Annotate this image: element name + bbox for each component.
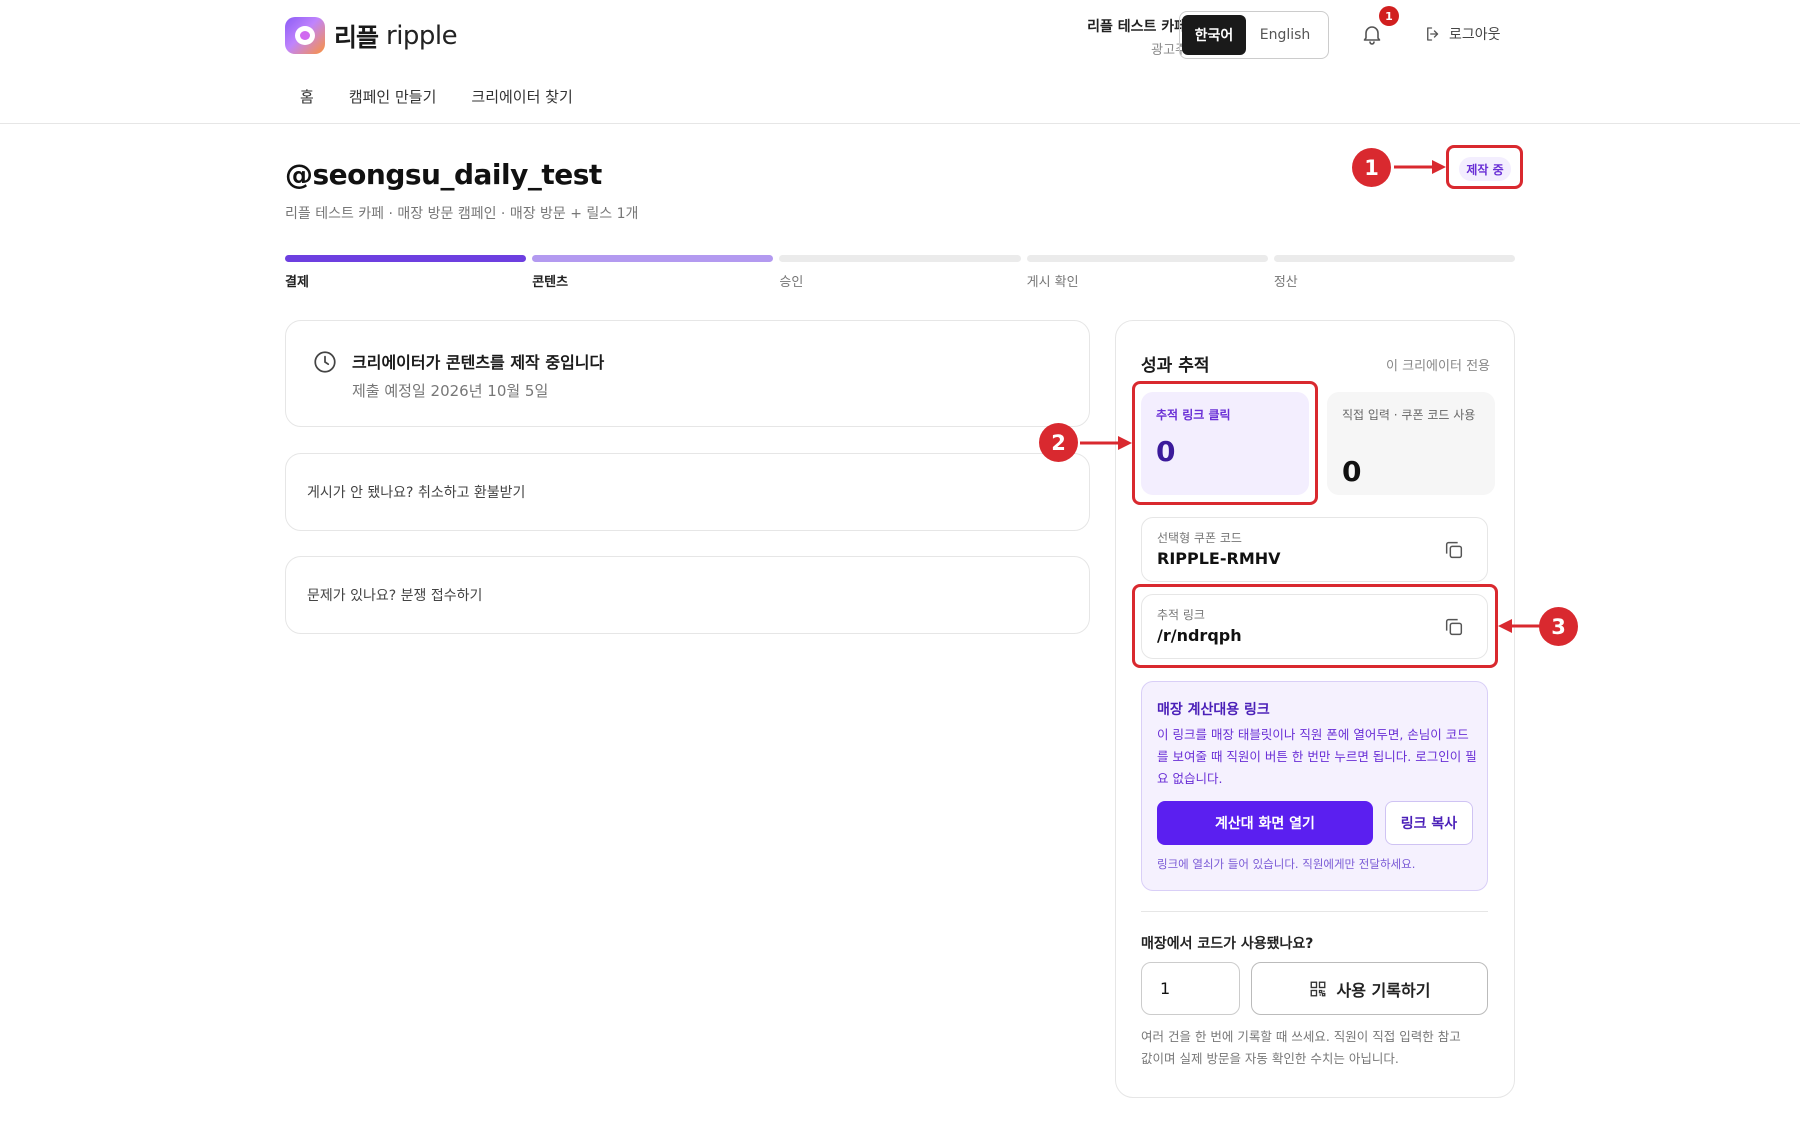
account-role: 광고주 <box>1151 43 1187 58</box>
annotation-arrow-2 <box>1080 436 1132 450</box>
usage-help-text: 여러 건을 한 번에 기록할 때 쓰세요. 직원이 직접 입력한 참고값이며 실… <box>1141 1029 1461 1066</box>
step-bar <box>285 255 527 262</box>
cancel-refund-link[interactable]: 게시가 안 됐나요? 취소하고 환불받기 <box>285 453 1090 531</box>
annotation-highlight-3 <box>1132 584 1498 668</box>
clock-icon <box>314 351 336 373</box>
status-title: 크리에이터가 콘텐츠를 제작 중입니다 <box>352 353 605 372</box>
quantity-input[interactable]: 1 <box>1141 962 1240 1015</box>
logout-icon <box>1427 27 1439 41</box>
account-info: 리플 테스트 카페 광고주 <box>1087 16 1187 58</box>
account-name: 리플 테스트 카페 <box>1087 19 1187 35</box>
logo-text-ko: 리플 <box>334 22 379 52</box>
step-bar <box>1273 255 1516 262</box>
pos-link-box: 매장 계산대용 링크 이 링크를 매장 태블릿이나 직원 폰에 열어두면, 손님… <box>1141 681 1488 891</box>
qr-code-icon <box>1310 981 1325 996</box>
tracking-note: 이 크리에이터 전용 <box>1386 359 1490 374</box>
step-content: 콘텐츠 <box>532 255 774 290</box>
pos-description: 이 링크를 매장 태블릿이나 직원 폰에 열어두면, 손님이 코드를 보여줄 때… <box>1157 727 1477 786</box>
annotation-arrow-3 <box>1498 619 1540 633</box>
nav-create-campaign[interactable]: 캠페인 만들기 <box>349 86 437 107</box>
metric-value: 0 <box>1342 455 1362 488</box>
top-header: 리플 ripple 리플 테스트 카페 광고주 한국어 English 1 로그… <box>0 0 1800 124</box>
metric-label: 직접 입력 · 쿠폰 코드 사용 <box>1342 408 1476 422</box>
pos-note: 링크에 열쇠가 들어 있습니다. 직원에게만 전달하세요. <box>1157 857 1416 871</box>
step-label: 게시 확인 <box>1026 275 1079 290</box>
open-pos-button[interactable]: 계산대 화면 열기 <box>1157 801 1373 845</box>
bell-icon[interactable] <box>1360 22 1384 46</box>
annotation-highlight-1 <box>1446 145 1523 189</box>
annotation-marker-1: 1 <box>1352 148 1391 187</box>
progress-steps: 결제 콘텐츠 승인 게시 확인 정산 <box>285 255 1516 290</box>
coupon-code-box: 선택형 쿠폰 코드 RIPPLE-RMHV <box>1141 517 1488 582</box>
annotation-marker-2: 2 <box>1039 423 1078 462</box>
step-label: 승인 <box>779 275 804 290</box>
step-approval: 승인 <box>779 255 1021 290</box>
usage-question: 매장에서 코드가 사용됐나요? <box>1141 936 1314 952</box>
divider <box>1141 911 1488 912</box>
logo[interactable]: 리플 ripple <box>285 17 458 54</box>
notification-badge: 1 <box>1379 6 1399 26</box>
coupon-use-metric: 직접 입력 · 쿠폰 코드 사용 0 <box>1327 392 1495 495</box>
step-label: 정산 <box>1273 275 1298 290</box>
main-nav: 홈 캠페인 만들기 크리에이터 찾기 <box>300 86 608 107</box>
step-bar <box>779 255 1021 262</box>
step-label: 결제 <box>285 275 309 290</box>
nav-find-creators[interactable]: 크리에이터 찾기 <box>471 86 572 107</box>
step-payment: 결제 <box>285 255 527 290</box>
step-label: 콘텐츠 <box>532 275 569 290</box>
record-usage-label: 사용 기록하기 <box>1336 980 1431 1000</box>
annotation-marker-3: 3 <box>1539 607 1578 646</box>
step-settlement: 정산 <box>1273 255 1516 290</box>
page-title: @seongsu_daily_test <box>285 158 602 191</box>
logout-label: 로그아웃 <box>1449 27 1501 43</box>
coupon-label: 선택형 쿠폰 코드 <box>1157 531 1242 545</box>
step-post-check: 게시 확인 <box>1026 255 1268 290</box>
ripple-logo-icon <box>285 17 325 54</box>
record-usage-button[interactable]: 사용 기록하기 <box>1251 962 1488 1015</box>
lang-korean-button[interactable]: 한국어 <box>1182 15 1246 55</box>
nav-home[interactable]: 홈 <box>300 86 314 107</box>
copy-link-button[interactable]: 링크 복사 <box>1385 801 1473 845</box>
coupon-code: RIPPLE-RMHV <box>1157 549 1281 568</box>
logout-button[interactable]: 로그아웃 <box>1424 24 1501 44</box>
pos-title: 매장 계산대용 링크 <box>1157 702 1270 718</box>
tracking-title: 성과 추적 <box>1141 356 1210 376</box>
logo-text-en: ripple <box>386 20 458 51</box>
copy-icon[interactable] <box>1443 539 1465 561</box>
campaign-subtitle: 리플 테스트 카페 · 매장 방문 캠페인 · 매장 방문 + 릴스 1개 <box>285 206 639 222</box>
production-status-card: 크리에이터가 콘텐츠를 제작 중입니다 제출 예정일 2026년 10월 5일 <box>285 320 1090 427</box>
lang-english-button[interactable]: English <box>1246 15 1324 55</box>
annotation-highlight-2 <box>1132 381 1318 505</box>
step-bar <box>532 255 774 262</box>
step-bar <box>1026 255 1268 262</box>
due-date: 제출 예정일 2026년 10월 5일 <box>352 382 549 400</box>
annotation-arrow-1 <box>1394 160 1446 174</box>
dispute-link[interactable]: 문제가 있나요? 분쟁 접수하기 <box>285 556 1090 634</box>
language-toggle: 한국어 English <box>1179 11 1329 59</box>
